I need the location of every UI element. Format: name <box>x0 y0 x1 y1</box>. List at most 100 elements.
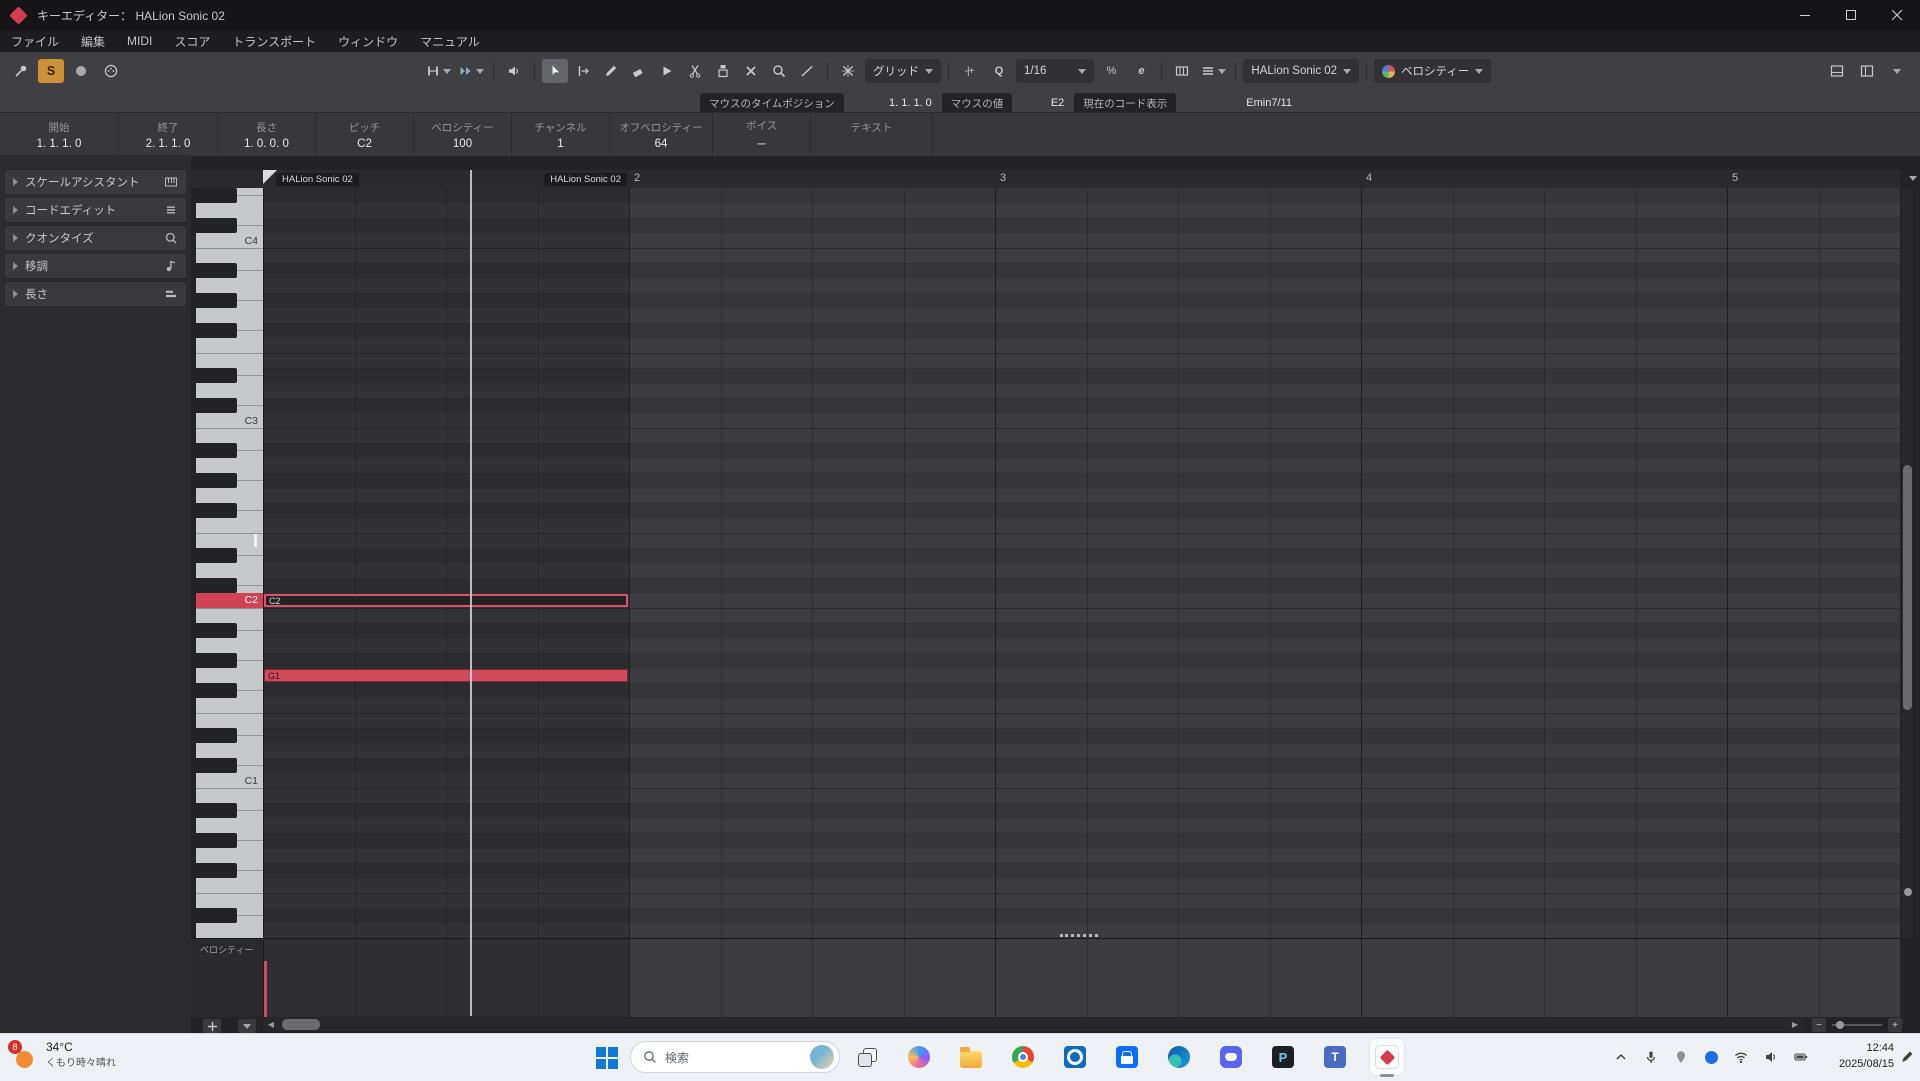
store-icon[interactable] <box>1110 1039 1144 1075</box>
quantize-preset-dropdown[interactable]: 1/16 <box>1016 59 1094 83</box>
midi-note-G1[interactable]: G1 <box>264 669 628 682</box>
hzoom-slider[interactable] <box>1832 1024 1882 1026</box>
velocity-bar[interactable] <box>264 961 267 1017</box>
part-list-dropdown[interactable]: HALion Sonic 02 <box>1243 59 1359 83</box>
taskbar-clock[interactable]: 12:44 2025/08/15 <box>1839 1040 1894 1072</box>
menu-item-6[interactable]: マニュアル <box>409 30 491 52</box>
black-key[interactable] <box>196 623 237 638</box>
black-key[interactable] <box>196 443 237 458</box>
black-key[interactable] <box>196 863 237 878</box>
panel-section-0[interactable]: スケールアシスタント <box>5 170 186 194</box>
black-key[interactable] <box>196 368 237 383</box>
menu-item-4[interactable]: トランスポート <box>221 30 327 52</box>
midi-note-C2[interactable]: C2 <box>264 594 628 607</box>
discord-icon[interactable] <box>1214 1039 1248 1075</box>
edge-icon[interactable] <box>1162 1039 1196 1075</box>
chevron-up-icon[interactable] <box>1612 1048 1630 1066</box>
select-tool[interactable] <box>542 59 568 83</box>
task-view-icon[interactable] <box>850 1039 884 1075</box>
minimize-button[interactable] <box>1782 0 1828 30</box>
menu-item-5[interactable]: ウィンドウ <box>327 30 409 52</box>
panel-section-1[interactable]: コードエディット <box>5 198 186 222</box>
acoustic-feedback-button[interactable] <box>501 59 527 83</box>
weather-widget[interactable]: 8 34°C くもり時々晴れ <box>12 1040 116 1069</box>
black-key[interactable] <box>196 758 237 773</box>
info-column-4[interactable]: ベロシティー100 <box>414 113 512 156</box>
start-button[interactable] <box>594 1045 620 1071</box>
black-key[interactable] <box>196 803 237 818</box>
search-highlight-image[interactable] <box>810 1045 834 1069</box>
part-editing-mode-button[interactable] <box>424 59 453 83</box>
open-in-lower-zone-button[interactable] <box>1824 59 1850 83</box>
menu-item-3[interactable]: スコア <box>163 30 221 52</box>
p-app-icon[interactable]: P <box>1266 1039 1300 1075</box>
black-key[interactable] <box>196 833 237 848</box>
black-key[interactable] <box>196 188 237 203</box>
outlook-icon[interactable] <box>1058 1039 1092 1075</box>
hzoom-slider-thumb[interactable] <box>1836 1021 1844 1029</box>
black-key[interactable] <box>196 218 237 233</box>
hzoom-in-button[interactable]: + <box>1888 1018 1902 1032</box>
cubase-icon[interactable] <box>1370 1039 1404 1075</box>
highlighted-key-C2[interactable]: C2 <box>196 593 263 608</box>
horizontal-scrollbar[interactable]: ◀ ▶ <box>263 1018 1803 1031</box>
bluetooth-icon[interactable] <box>1702 1048 1720 1066</box>
hzoom-out-button[interactable]: − <box>1812 1018 1826 1032</box>
note-expression-button[interactable] <box>1199 59 1228 83</box>
event-colors-dropdown[interactable]: ベロシティー <box>1374 59 1491 83</box>
black-key[interactable] <box>196 503 237 518</box>
close-button[interactable] <box>1874 0 1920 30</box>
add-controller-lane-button[interactable] <box>203 1019 221 1033</box>
teams-icon[interactable]: T <box>1318 1039 1352 1075</box>
menu-item-1[interactable]: 編集 <box>70 30 116 52</box>
pin-button[interactable] <box>8 59 34 83</box>
file-explorer-icon[interactable] <box>954 1039 988 1075</box>
window-layout-button[interactable] <box>1854 59 1880 83</box>
split-tool[interactable] <box>682 59 708 83</box>
solo-button[interactable]: S <box>38 59 64 83</box>
timeline-ruler[interactable]: 2345HALion Sonic 02HALion Sonic 02 <box>263 170 1900 189</box>
trim-tool[interactable] <box>570 59 596 83</box>
zoom-tool[interactable] <box>766 59 792 83</box>
mic-icon[interactable] <box>1642 1048 1660 1066</box>
info-column-7[interactable]: ボイス－ <box>713 113 811 156</box>
autoscroll-button[interactable] <box>457 59 486 83</box>
vertical-scrollbar[interactable] <box>1902 188 1913 938</box>
piano-keyboard[interactable]: C4C3C2C1C2 <box>196 188 264 938</box>
horizontal-scroll-thumb[interactable] <box>282 1019 320 1030</box>
erase-tool[interactable] <box>626 59 652 83</box>
step-input-button[interactable] <box>1169 59 1195 83</box>
info-column-3[interactable]: ピッチC2 <box>316 113 414 156</box>
info-column-1[interactable]: 終了2. 1. 1. 0 <box>119 113 218 156</box>
taskbar-search-box[interactable]: 検索 <box>630 1041 840 1073</box>
glue-tool[interactable] <box>710 59 736 83</box>
black-key[interactable] <box>196 728 237 743</box>
black-key[interactable] <box>196 398 237 413</box>
play-tool[interactable] <box>654 59 680 83</box>
scroll-left-arrow-icon[interactable]: ◀ <box>265 1018 277 1031</box>
chrome-icon[interactable] <box>1006 1039 1040 1075</box>
info-column-8[interactable]: テキスト <box>811 113 933 156</box>
info-column-0[interactable]: 開始1. 1. 1. 0 <box>0 113 119 156</box>
menu-item-2[interactable]: MIDI <box>116 30 163 52</box>
quantize-panel-button[interactable]: e <box>1128 59 1154 83</box>
info-column-2[interactable]: 長さ1. 0. 0. 0 <box>218 113 316 156</box>
black-key[interactable] <box>196 293 237 308</box>
info-column-5[interactable]: チャンネル1 <box>512 113 610 156</box>
info-column-6[interactable]: オフベロシティー64 <box>610 113 713 156</box>
controller-lane-options-button[interactable] <box>238 1019 256 1033</box>
black-key[interactable] <box>196 263 237 278</box>
black-key[interactable] <box>196 473 237 488</box>
black-key[interactable] <box>196 548 237 563</box>
note-grid[interactable]: C2 G1 <box>263 188 1900 938</box>
record-button[interactable] <box>68 59 94 83</box>
panel-section-2[interactable]: クオンタイズ <box>5 226 186 250</box>
grid-type-dropdown[interactable]: グリッド <box>865 59 941 83</box>
quantize-link-button[interactable]: -|+ <box>956 59 982 83</box>
panel-section-3[interactable]: 移調 <box>5 254 186 278</box>
velocity-lane[interactable] <box>263 938 1900 1017</box>
swing-quantize-button[interactable]: % <box>1098 59 1124 83</box>
mute-tool[interactable] <box>738 59 764 83</box>
lane-divider-handle[interactable] <box>1060 934 1098 937</box>
location-icon[interactable] <box>1672 1048 1690 1066</box>
